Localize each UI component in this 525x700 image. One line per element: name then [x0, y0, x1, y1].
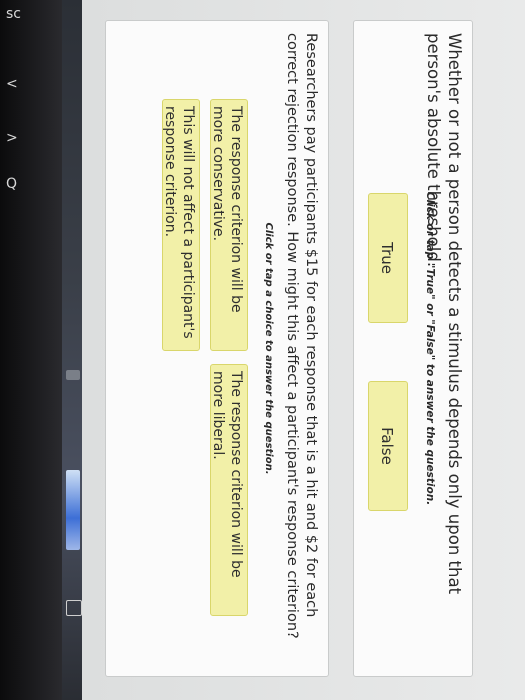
bracket-icon[interactable] [66, 600, 82, 616]
screen-content: Whether or not a person detects a stimul… [82, 0, 525, 700]
choice-conservative[interactable]: The response criterion will be more cons… [210, 99, 248, 351]
laptop-bezel: sc < > Q [0, 0, 62, 700]
question-card-1: Whether or not a person detects a stimul… [353, 20, 473, 677]
choice-no-effect[interactable]: This will not affect a participant's res… [162, 99, 200, 351]
question-2-instruction: Click or tap a choice to answer the ques… [263, 222, 274, 475]
left-arrow-key: < [6, 76, 18, 92]
question-1-instruction: Click or tap "True" or "False" to answer… [424, 191, 436, 506]
desktop-background-strip [62, 0, 82, 700]
escape-key: sc [6, 6, 21, 22]
false-button[interactable]: False [368, 381, 408, 511]
chevron-icon[interactable] [66, 370, 80, 380]
right-arrow-key: > [6, 130, 18, 146]
choice-liberal[interactable]: The response criterion will be more libe… [210, 364, 248, 616]
true-button[interactable]: True [368, 193, 408, 323]
question-2-text: Researchers pay participants $15 for eac… [284, 33, 319, 639]
question-card-2: Researchers pay participants $15 for eac… [105, 20, 329, 677]
search-key: Q [6, 176, 18, 192]
blue-app-thumbnail[interactable] [66, 470, 80, 550]
